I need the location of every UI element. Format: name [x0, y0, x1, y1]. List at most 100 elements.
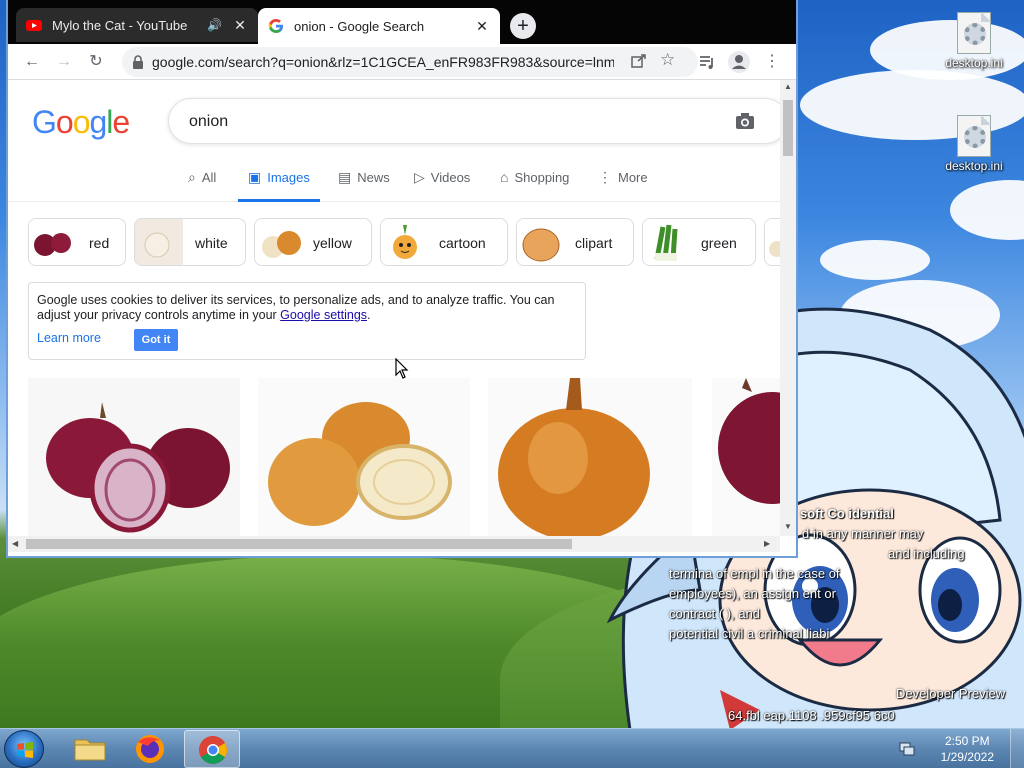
got-it-button[interactable]: Got it — [134, 329, 178, 351]
tab-label: News — [357, 170, 390, 185]
tab-youtube[interactable]: Mylo the Cat - YouTube 🔊 ✕ — [16, 8, 258, 42]
google-settings-link[interactable]: Google settings — [280, 308, 367, 322]
vertical-scrollbar[interactable]: ▲ ▼ — [780, 80, 796, 536]
image-result[interactable] — [258, 378, 470, 536]
close-tab-icon[interactable]: ✕ — [474, 18, 490, 35]
lock-icon[interactable] — [132, 54, 144, 70]
network-icon[interactable] — [898, 741, 916, 757]
image-result[interactable] — [28, 378, 240, 536]
onion-thumbnail — [765, 219, 780, 265]
image-result[interactable] — [712, 378, 780, 536]
single-onion-image — [488, 378, 692, 536]
desktop-icon-label: desktop.ini — [945, 56, 1003, 70]
search-query[interactable]: onion — [189, 113, 228, 131]
logo-letter: e — [112, 104, 130, 140]
more-vertical-icon: ⋮ — [598, 169, 612, 185]
white-onion-thumbnail — [135, 219, 183, 265]
news-icon: ▤ — [338, 169, 352, 185]
scroll-down-arrow-icon[interactable]: ▼ — [784, 522, 792, 531]
chip-red[interactable]: red — [28, 218, 126, 266]
image-results-grid — [28, 378, 780, 536]
forward-icon[interactable]: → — [52, 50, 76, 74]
vertical-scroll-thumb[interactable] — [783, 100, 793, 156]
chip-more[interactable] — [764, 218, 780, 266]
tab-news[interactable]: ▤ News — [338, 170, 390, 202]
watermark-line: contract ( ), and — [669, 606, 761, 621]
tab-all[interactable]: ⌕ All — [188, 170, 216, 202]
windows-logo-icon — [17, 742, 33, 758]
logo-letter: g — [89, 104, 107, 140]
media-controls-icon[interactable] — [698, 53, 716, 71]
tab-shopping[interactable]: ⌂ Shopping — [500, 170, 569, 202]
new-tab-button[interactable]: + — [510, 13, 536, 39]
tab-strip: Mylo the Cat - YouTube 🔊 ✕ onion - Googl… — [8, 0, 796, 44]
red-onion-thumbnail — [29, 219, 77, 265]
tab-videos[interactable]: ▷ Videos — [414, 170, 470, 202]
watermark-line: soft Co idential — [800, 506, 894, 521]
speaker-icon[interactable]: 🔊 — [207, 18, 222, 32]
url-text[interactable]: google.com/search?q=onion&rlz=1C1GCEA_en… — [152, 54, 614, 70]
logo-letter: G — [32, 104, 57, 140]
play-icon: ▷ — [414, 169, 425, 185]
desktop-ini-icon-2[interactable]: desktop.ini — [934, 115, 1014, 173]
watermark-line: and including — [888, 546, 965, 561]
tab-label: Shopping — [514, 170, 570, 185]
desktop-ini-icon-1[interactable]: desktop.ini — [934, 12, 1014, 70]
close-tab-icon[interactable]: ✕ — [232, 17, 248, 34]
red-onion-image — [28, 378, 240, 536]
tab-more[interactable]: ⋮ More — [598, 170, 648, 202]
tab-images[interactable]: ▣ Images — [238, 170, 320, 202]
search-input[interactable]: onion — [168, 98, 780, 144]
share-icon[interactable] — [630, 52, 648, 70]
chip-label: green — [701, 235, 737, 251]
chip-cartoon[interactable]: cartoon — [380, 218, 508, 266]
reload-icon[interactable]: ↻ — [84, 50, 108, 74]
chip-clipart[interactable]: clipart — [516, 218, 634, 266]
tab-title: Mylo the Cat - YouTube — [52, 17, 188, 33]
scroll-left-arrow-icon[interactable]: ◀ — [12, 539, 18, 548]
menu-kebab-icon[interactable]: ⋮ — [760, 50, 784, 74]
watermark-line: termina of empl in the case of — [669, 566, 840, 581]
tab-label: All — [201, 170, 217, 185]
horizontal-scrollbar[interactable]: ◀ ▶ — [8, 536, 780, 552]
chip-label: clipart — [575, 235, 613, 251]
yellow-onions-image — [258, 378, 470, 536]
back-icon[interactable]: ← — [20, 50, 44, 74]
mouse-cursor-icon — [395, 358, 409, 379]
bookmark-star-icon[interactable]: ☆ — [660, 50, 675, 70]
chrome-icon — [199, 736, 227, 764]
watermark-line: employees), an assign ent or — [669, 586, 836, 601]
scroll-right-arrow-icon[interactable]: ▶ — [764, 539, 770, 548]
cartoon-onion-thumbnail — [381, 219, 429, 265]
taskbar: 2:50 PM 1/29/2022 — [0, 728, 1024, 768]
search-icon: ⌕ — [188, 169, 196, 185]
search-results-page: Google onion ⌕ All ▣ Images ▤ News ▷ Videos — [8, 80, 780, 536]
watermark-line: potential civil a criminal liabi — [669, 626, 830, 641]
taskbar-file-explorer[interactable] — [62, 730, 118, 768]
show-desktop-button[interactable] — [1010, 729, 1024, 768]
desktop-icon-label: desktop.ini — [945, 159, 1003, 173]
taskbar-chrome[interactable] — [184, 730, 240, 768]
yellow-onion-thumbnail — [255, 219, 303, 265]
firefox-icon — [136, 735, 164, 763]
chip-green[interactable]: green — [642, 218, 756, 266]
chip-white[interactable]: white — [134, 218, 246, 266]
chip-label: yellow — [313, 235, 352, 251]
youtube-icon — [26, 20, 42, 31]
start-button[interactable] — [4, 730, 44, 768]
image-result[interactable] — [488, 378, 692, 536]
scroll-up-arrow-icon[interactable]: ▲ — [784, 82, 792, 91]
horizontal-scroll-thumb[interactable] — [26, 539, 572, 549]
google-logo[interactable]: Google — [32, 104, 130, 141]
address-bar[interactable]: google.com/search?q=onion&rlz=1C1GCEA_en… — [122, 47, 698, 77]
tab-title: onion - Google Search — [294, 18, 425, 34]
chip-yellow[interactable]: yellow — [254, 218, 372, 266]
profile-avatar-icon[interactable] — [728, 51, 750, 73]
logo-letter: o — [55, 104, 74, 140]
green-onion-thumbnail — [643, 219, 691, 265]
taskbar-firefox[interactable] — [122, 730, 178, 768]
tab-google-search[interactable]: onion - Google Search ✕ — [258, 8, 500, 44]
learn-more-link[interactable]: Learn more — [37, 331, 101, 345]
clock[interactable]: 2:50 PM 1/29/2022 — [941, 733, 994, 765]
camera-search-icon[interactable] — [735, 111, 755, 131]
